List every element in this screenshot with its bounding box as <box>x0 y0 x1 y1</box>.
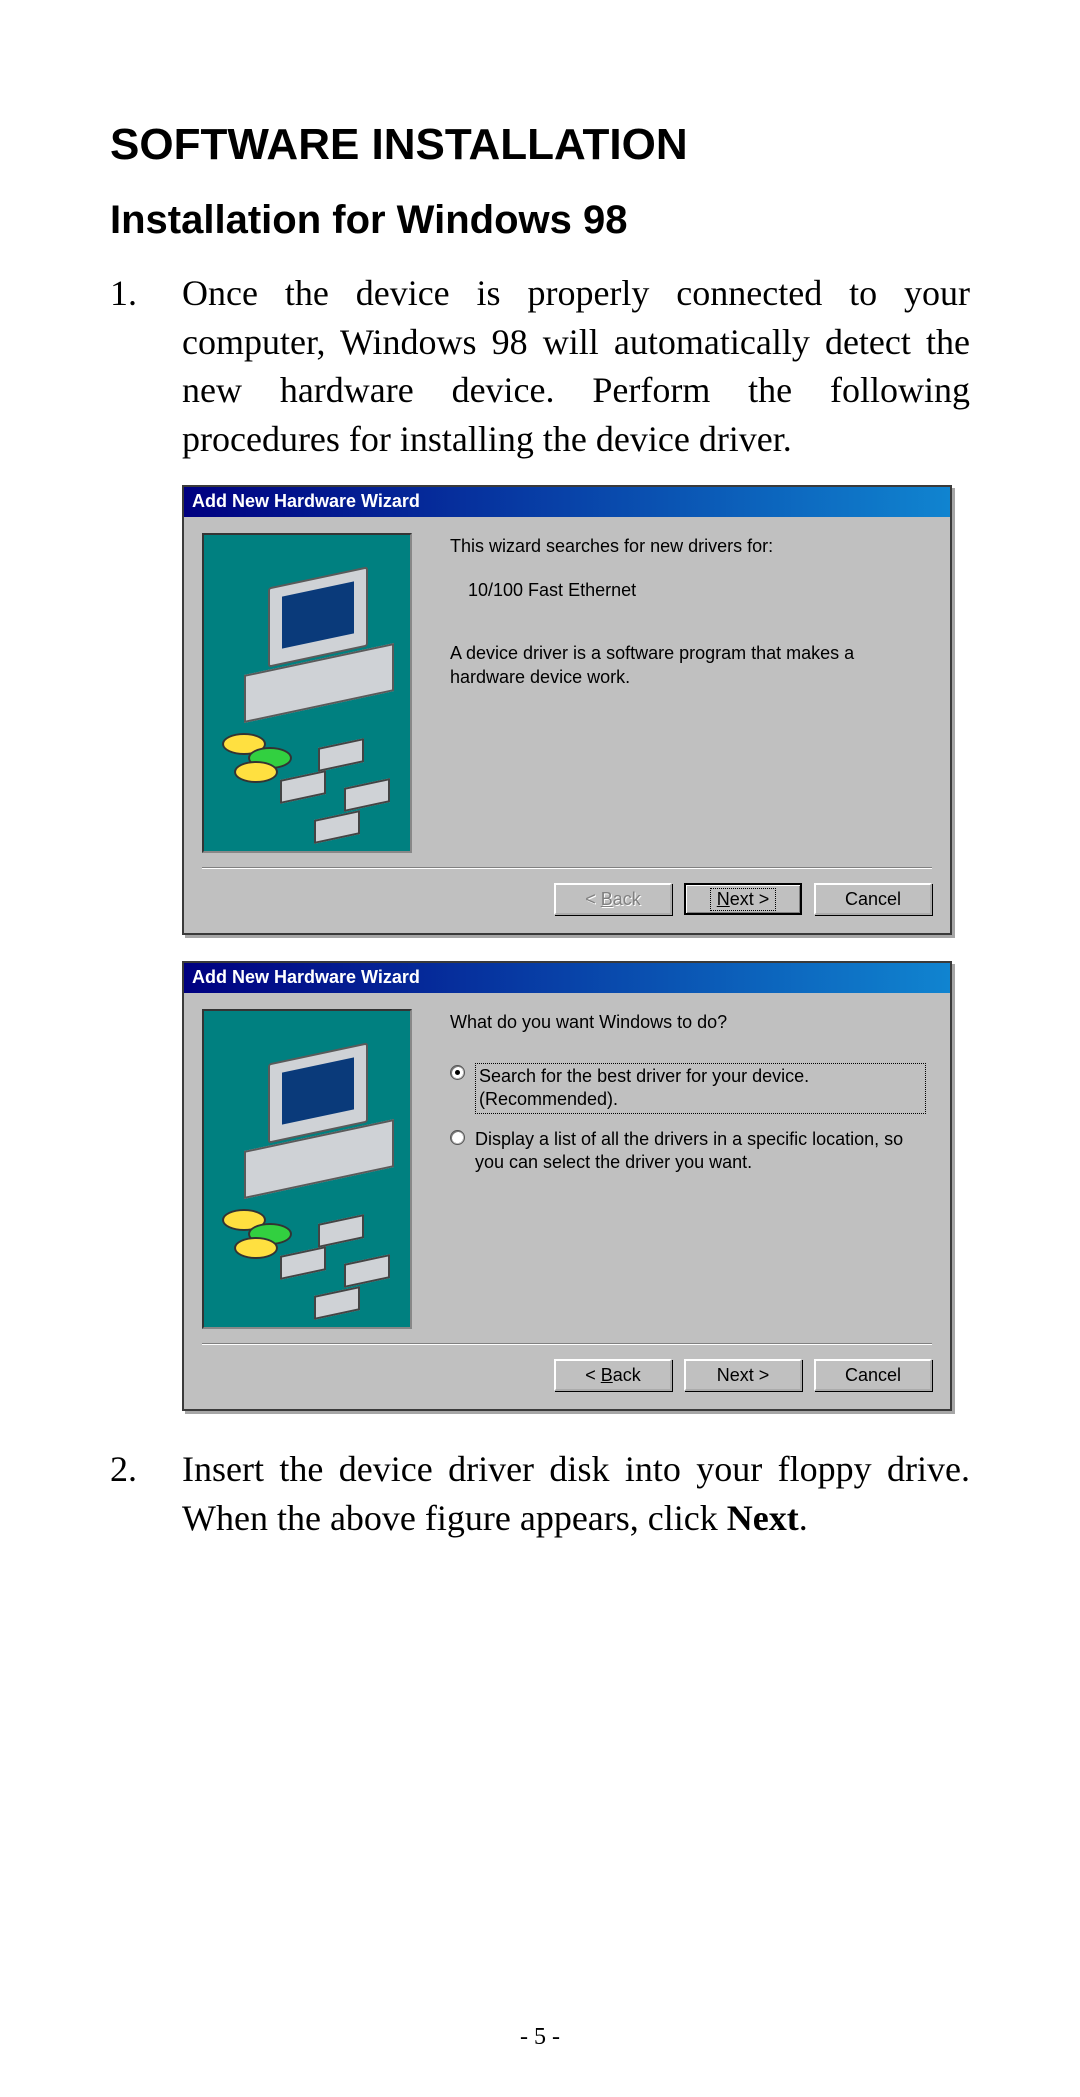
page-number: - 5 - <box>0 2024 1080 2051</box>
figures-container: Add New Hardware Wizard This wizard sear… <box>182 485 952 1411</box>
section-title: Installation for Windows 98 <box>110 198 970 243</box>
step-1-number: 1. <box>110 269 182 463</box>
floppy-icon <box>344 778 390 812</box>
option-search-best-driver[interactable]: Search for the best driver for your devi… <box>450 1063 926 1114</box>
wizard-1-device: 10/100 Fast Ethernet <box>468 579 926 602</box>
wizard-1-line2: A device driver is a software program th… <box>450 642 926 689</box>
wizard-2-titlebar: Add New Hardware Wizard <box>184 963 950 993</box>
step-1: 1. Once the device is properly connected… <box>110 269 970 463</box>
wizard-dialog-2: Add New Hardware Wizard What do you want… <box>182 961 952 1411</box>
wizard-1-titlebar: Add New Hardware Wizard <box>184 487 950 517</box>
next-button[interactable]: Next > <box>684 1359 802 1391</box>
wizard-illustration <box>202 533 412 853</box>
floppy-icon <box>318 1214 364 1248</box>
cancel-button[interactable]: Cancel <box>814 883 932 915</box>
radio-icon <box>450 1130 465 1145</box>
cancel-button[interactable]: Cancel <box>814 1359 932 1391</box>
back-button: < Back <box>554 883 672 915</box>
next-button[interactable]: Next > <box>684 883 802 915</box>
wizard-1-buttons: < Back Next > Cancel <box>184 869 950 933</box>
wizard-dialog-1: Add New Hardware Wizard This wizard sear… <box>182 485 952 935</box>
back-button[interactable]: < Back <box>554 1359 672 1391</box>
wizard-2-content: What do you want Windows to do? Search f… <box>440 1009 932 1343</box>
wizard-1-line1: This wizard searches for new drivers for… <box>450 535 926 558</box>
floppy-icon <box>280 770 326 804</box>
cd-icon <box>234 761 278 783</box>
step-2-text: Insert the device driver disk into your … <box>182 1445 970 1542</box>
floppy-icon <box>318 738 364 772</box>
radio-icon <box>450 1065 465 1080</box>
floppy-icon <box>314 1286 360 1320</box>
step-2: 2. Insert the device driver disk into yo… <box>110 1445 970 1542</box>
wizard-2-prompt: What do you want Windows to do? <box>450 1011 926 1034</box>
wizard-1-content: This wizard searches for new drivers for… <box>440 533 932 867</box>
cd-icon <box>234 1237 278 1259</box>
option-1-label: Search for the best driver for your devi… <box>475 1063 926 1114</box>
option-2-label: Display a list of all the drivers in a s… <box>475 1128 926 1175</box>
floppy-icon <box>314 810 360 844</box>
page-title: SOFTWARE INSTALLATION <box>110 120 970 170</box>
step-2-number: 2. <box>110 1445 182 1542</box>
floppy-icon <box>344 1254 390 1288</box>
option-display-driver-list[interactable]: Display a list of all the drivers in a s… <box>450 1128 926 1175</box>
wizard-2-buttons: < Back Next > Cancel <box>184 1345 950 1409</box>
floppy-icon <box>280 1246 326 1280</box>
step-1-text: Once the device is properly connected to… <box>182 269 970 463</box>
wizard-illustration <box>202 1009 412 1329</box>
